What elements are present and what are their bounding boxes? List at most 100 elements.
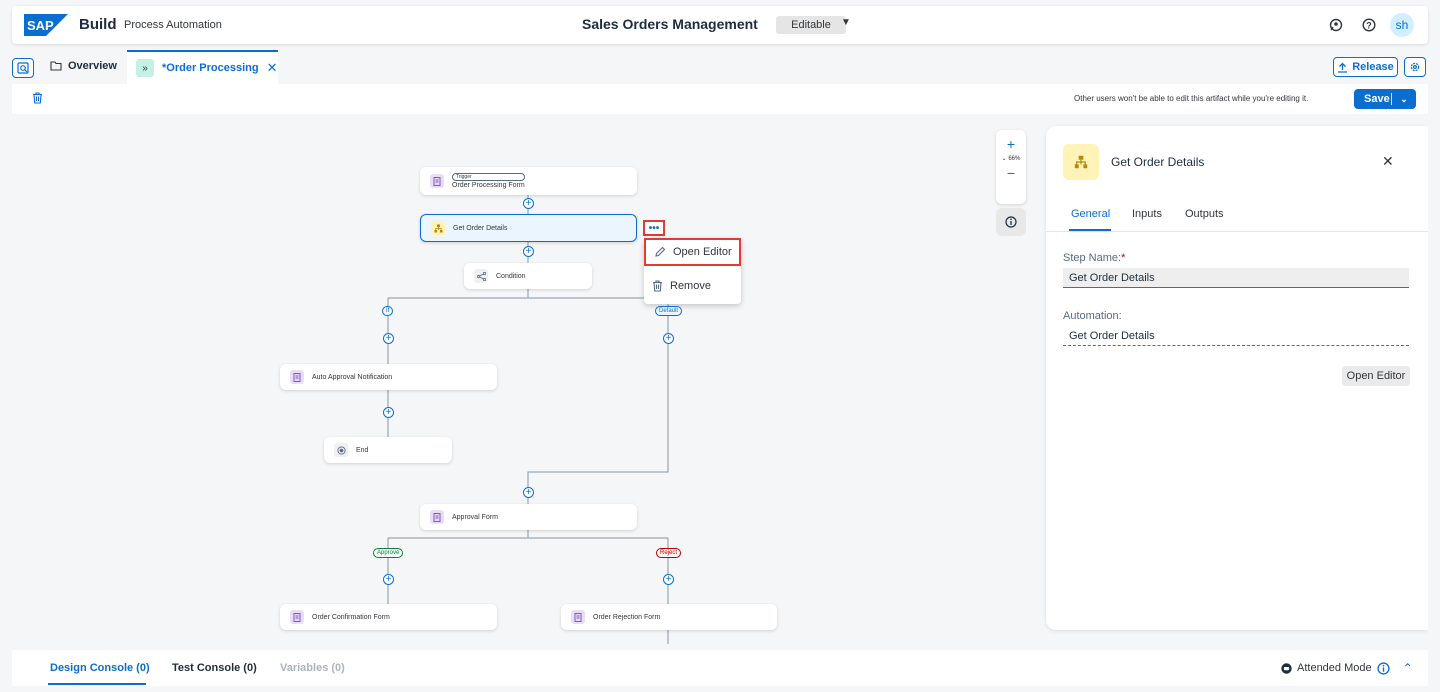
node-get-order-label: Get Order Details — [453, 224, 508, 232]
search-artifacts-button[interactable] — [12, 58, 34, 78]
info-icon — [1005, 216, 1017, 228]
node-trigger-label: Order Processing Form — [452, 182, 525, 189]
add-step-button[interactable]: + — [523, 487, 534, 498]
zoom-level-value: 66% — [1008, 156, 1021, 162]
tab-inputs[interactable]: Inputs — [1132, 208, 1162, 220]
process-canvas[interactable]: Trigger Order Processing Form + Get Orde… — [12, 114, 1428, 644]
lock-message: Other users won't be able to edit this a… — [1074, 94, 1309, 103]
step-name-field[interactable]: Get Order Details — [1063, 268, 1409, 288]
node-trigger[interactable]: Trigger Order Processing Form — [420, 167, 637, 195]
process-icon: » — [136, 59, 154, 77]
node-approval-form[interactable]: Approval Form — [420, 504, 637, 530]
tab-overview-label: Overview — [68, 60, 117, 72]
release-button[interactable]: Release — [1333, 57, 1398, 77]
branch-approve[interactable]: Approve — [373, 548, 404, 558]
add-step-button[interactable]: + — [383, 407, 394, 418]
tab-general[interactable]: General — [1071, 208, 1110, 220]
add-step-button[interactable]: + — [523, 246, 534, 257]
form-icon — [430, 174, 444, 188]
automation-icon — [1063, 144, 1099, 180]
node-end-label: End — [356, 446, 369, 454]
menu-remove-label: Remove — [670, 280, 711, 292]
zoom-in-icon[interactable]: + — [996, 136, 1026, 152]
trash-icon — [653, 280, 662, 292]
add-step-button[interactable]: + — [383, 574, 394, 585]
step-name-label-text: Step Name: — [1063, 252, 1122, 264]
zoom-out-icon[interactable]: − — [996, 165, 1026, 181]
shell-bar: SAP Build Process Automation Sales Order… — [12, 6, 1428, 44]
save-separator — [1391, 93, 1392, 105]
tab-design-console[interactable]: Design Console (0) — [50, 662, 150, 674]
form-icon — [430, 510, 444, 524]
attended-mode[interactable]: Attended Mode ⌃ — [1281, 661, 1413, 675]
node-auto-approval[interactable]: Auto Approval Notification — [280, 364, 497, 390]
tab-outputs[interactable]: Outputs — [1185, 208, 1224, 220]
tab-variables[interactable]: Variables (0) — [280, 662, 345, 674]
node-auto-approval-label: Auto Approval Notification — [312, 373, 393, 381]
step-name-label: Step Name:* — [1063, 252, 1125, 264]
product-subtitle: Process Automation — [124, 19, 222, 31]
menu-open-editor[interactable]: Open Editor — [644, 238, 741, 266]
form-icon — [290, 610, 304, 624]
upload-icon — [1338, 62, 1348, 73]
close-icon[interactable]: ✕ — [1382, 153, 1394, 170]
console-bar: Design Console (0) Test Console (0) Vari… — [12, 650, 1428, 686]
more-options-button[interactable]: ••• — [643, 220, 665, 236]
svg-text:?: ? — [1366, 21, 1372, 31]
tab-bar: Overview » *Order Processing ✕ Release — [12, 50, 1428, 84]
product-title: Build — [79, 16, 117, 33]
save-label: Save — [1364, 93, 1390, 105]
sap-logo[interactable]: SAP — [24, 14, 68, 36]
required-marker: * — [1121, 252, 1126, 264]
feedback-icon[interactable] — [1326, 15, 1346, 35]
info-icon — [1377, 661, 1390, 675]
project-title: Sales Orders Management — [582, 16, 758, 32]
add-step-button[interactable]: + — [663, 574, 674, 585]
mode-badge[interactable]: Editable — [776, 16, 846, 34]
add-step-button[interactable]: + — [523, 198, 534, 209]
tab-order-processing[interactable]: » *Order Processing ✕ — [127, 50, 278, 84]
node-get-order-details[interactable]: Get Order Details — [420, 214, 637, 242]
node-condition-label: Condition — [496, 272, 526, 280]
save-button[interactable]: Save ⌄ — [1354, 89, 1416, 109]
expand-console-icon[interactable]: ⌃ — [1403, 661, 1413, 675]
release-label: Release — [1352, 61, 1394, 73]
save-options-icon[interactable]: ⌄ — [1392, 94, 1416, 105]
user-avatar[interactable]: sh — [1390, 13, 1414, 37]
end-icon — [334, 443, 348, 457]
close-tab-icon[interactable]: ✕ — [267, 60, 278, 76]
settings-button[interactable] — [1404, 57, 1426, 77]
open-editor-button[interactable]: Open Editor — [1342, 366, 1410, 386]
automation-icon — [431, 221, 445, 235]
form-icon — [290, 370, 304, 384]
mode-dropdown-icon[interactable]: ▼ — [841, 17, 851, 28]
zoom-control: + ⌄ 66% − — [996, 130, 1026, 204]
add-step-button[interactable]: + — [383, 333, 394, 344]
info-button[interactable] — [996, 208, 1026, 236]
gear-icon — [1410, 62, 1420, 72]
node-rejection-form[interactable]: Order Rejection Form — [561, 604, 777, 630]
node-end[interactable]: End — [324, 437, 452, 463]
branch-reject[interactable]: Reject — [656, 548, 682, 558]
editor-toolbar: Other users won't be able to edit this a… — [12, 84, 1428, 114]
tab-overview[interactable]: Overview — [50, 60, 117, 72]
active-console-indicator — [48, 683, 146, 685]
help-icon[interactable]: ? — [1359, 15, 1379, 35]
automation-label: Automation: — [1063, 310, 1122, 322]
add-step-button[interactable]: + — [663, 333, 674, 344]
panel-title: Get Order Details — [1111, 155, 1205, 169]
menu-remove[interactable]: Remove — [644, 272, 741, 300]
panel-divider — [1046, 231, 1428, 232]
form-icon — [571, 610, 585, 624]
delete-icon[interactable] — [32, 92, 43, 107]
tab-test-console[interactable]: Test Console (0) — [172, 662, 257, 674]
zoom-level[interactable]: ⌄ 66% — [996, 155, 1026, 162]
automation-field: Get Order Details — [1063, 326, 1409, 346]
sap-logo-text: SAP — [27, 18, 54, 33]
node-confirmation-form[interactable]: Order Confirmation Form — [280, 604, 497, 630]
node-condition[interactable]: Condition — [464, 263, 592, 289]
node-approval-form-label: Approval Form — [452, 513, 498, 521]
context-menu: Open Editor Remove — [644, 238, 741, 304]
branch-default[interactable]: Default — [655, 306, 683, 316]
tab-order-processing-label: *Order Processing — [162, 62, 259, 74]
